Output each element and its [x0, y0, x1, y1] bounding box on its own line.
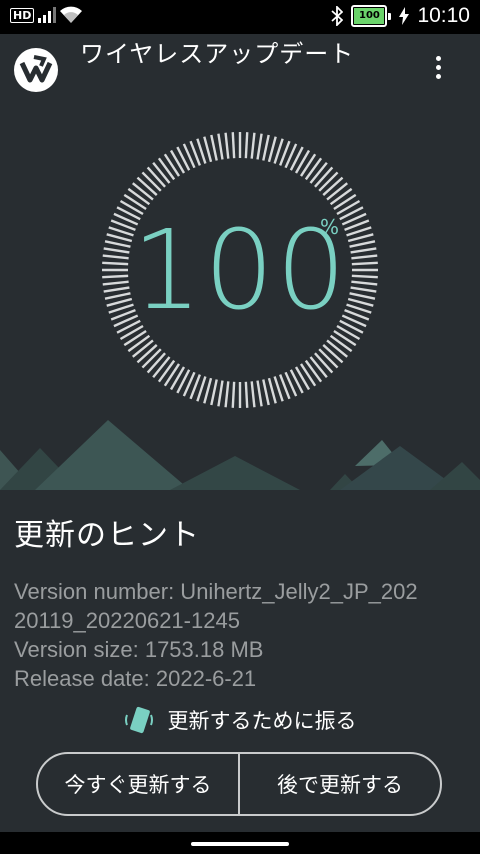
version-number-line-2: 20119_20220621-1245 [14, 608, 240, 633]
app-title: ワイヤレスアップデート [80, 40, 355, 68]
clock: 10:10 [417, 4, 470, 27]
navigation-bar [0, 832, 480, 854]
shake-to-update: 更新するために振る [0, 700, 480, 740]
battery-level: 100 [354, 8, 385, 24]
update-tips-title: 更新のヒント [14, 518, 200, 553]
wifi-icon [60, 6, 83, 23]
mountains-illustration [0, 420, 480, 490]
signal-icon [38, 7, 57, 23]
wireless-update-logo-icon [14, 48, 58, 92]
charging-icon [399, 7, 410, 25]
overflow-menu-icon[interactable] [426, 54, 450, 84]
version-number-line-1: Version number: Unihertz_Jelly2_JP_202 [14, 579, 418, 604]
release-date: Release date: 2022-6-21 [14, 666, 257, 691]
status-bar: HD 100 10:10 [0, 0, 480, 34]
update-later-button[interactable]: 後で更新する [240, 754, 440, 814]
app-bar: ワイヤレスアップデート [0, 34, 480, 114]
shake-phone-icon [124, 706, 153, 734]
progress-unit: % [320, 215, 340, 239]
bluetooth-icon [331, 6, 344, 26]
update-actions: 今すぐ更新する 後で更新する [36, 752, 442, 816]
battery-icon: 100 [351, 5, 392, 27]
home-gesture-handle[interactable] [191, 842, 289, 846]
version-info: Version number: Unihertz_Jelly2_JP_202 2… [14, 577, 474, 693]
status-right: 100 10:10 [331, 4, 470, 28]
status-left: HD [10, 6, 83, 24]
update-now-button[interactable]: 今すぐ更新する [38, 754, 238, 814]
progress-value: 100 [132, 206, 348, 334]
progress-gauge: 100 % [0, 120, 480, 420]
hd-icon: HD [10, 7, 35, 23]
shake-label: 更新するために振る [167, 709, 357, 733]
version-size: Version size: 1753.18 MB [14, 637, 264, 662]
